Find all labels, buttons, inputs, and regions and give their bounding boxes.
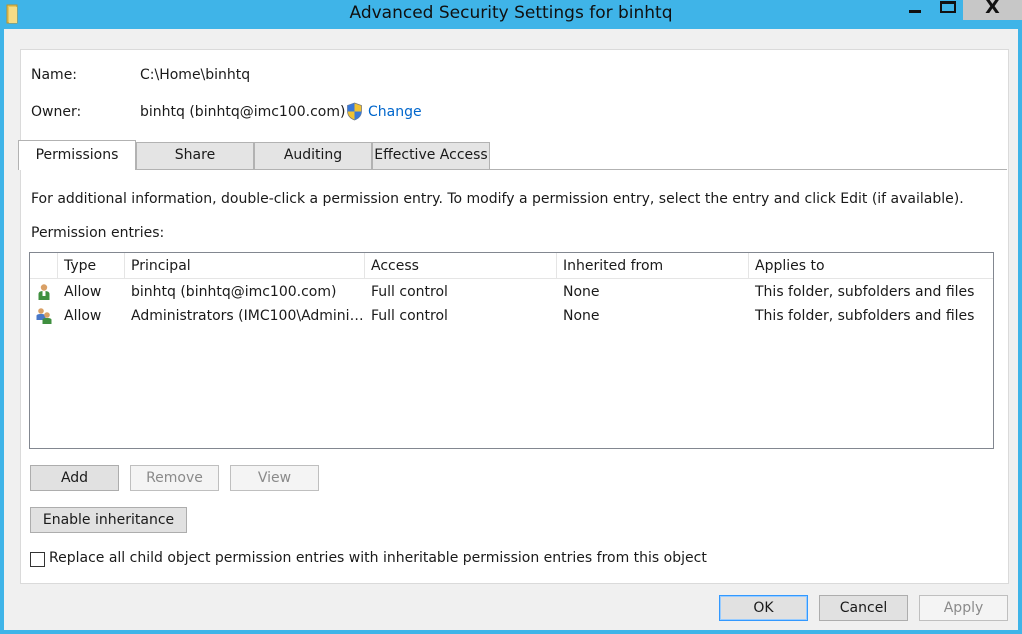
row-access: Full control [371, 308, 448, 324]
tab-auditing[interactable]: Auditing [254, 142, 372, 169]
tab-share[interactable]: Share [136, 142, 254, 169]
permission-entries-list[interactable]: Type Principal Access Inherited from App… [29, 252, 994, 449]
table-row[interactable]: Allow Administrators (IMC100\Adminis... … [30, 304, 993, 328]
column-type[interactable]: Type [58, 253, 125, 279]
permission-entries-label: Permission entries: [31, 225, 165, 241]
tab-effective-access[interactable]: Effective Access [372, 142, 490, 169]
permissions-info-text: For additional information, double-click… [31, 191, 964, 207]
tab-permissions[interactable]: Permissions [18, 140, 136, 170]
row-inherited-from: None [563, 308, 600, 324]
column-icon[interactable] [30, 253, 58, 279]
row-applies-to: This folder, subfolders and files [755, 284, 975, 300]
replace-child-permissions-label[interactable]: Replace all child object permission entr… [49, 550, 707, 566]
owner-label: Owner: [31, 104, 82, 120]
tab-divider [18, 169, 1007, 170]
change-owner-link[interactable]: Change [368, 104, 422, 120]
close-icon: X [985, 0, 1000, 18]
view-button[interactable]: View [230, 465, 319, 491]
row-inherited-from: None [563, 284, 600, 300]
enable-inheritance-button[interactable]: Enable inheritance [30, 507, 187, 533]
row-type: Allow [64, 308, 102, 324]
table-row[interactable]: Allow binhtq (binhtq@imc100.com) Full co… [30, 280, 993, 304]
name-label: Name: [31, 67, 78, 83]
row-applies-to: This folder, subfolders and files [755, 308, 975, 324]
user-icon [38, 284, 50, 300]
minimize-button[interactable] [897, 0, 933, 20]
apply-button[interactable]: Apply [919, 595, 1008, 621]
column-access[interactable]: Access [365, 253, 557, 279]
close-button[interactable]: X [963, 0, 1022, 20]
title-bar: Advanced Security Settings for binhtq X [0, 0, 1022, 29]
window-title: Advanced Security Settings for binhtq [349, 3, 673, 23]
maximize-icon [940, 1, 956, 13]
minimize-icon [909, 10, 921, 13]
remove-button[interactable]: Remove [130, 465, 219, 491]
owner-value: binhtq (binhtq@imc100.com) [140, 104, 346, 120]
row-access: Full control [371, 284, 448, 300]
column-inherited-from[interactable]: Inherited from [557, 253, 749, 279]
list-header: Type Principal Access Inherited from App… [30, 253, 993, 279]
cancel-button[interactable]: Cancel [819, 595, 908, 621]
column-applies-to[interactable]: Applies to [749, 253, 993, 279]
ok-button[interactable]: OK [719, 595, 808, 621]
row-principal: binhtq (binhtq@imc100.com) [131, 284, 337, 300]
row-principal: Administrators (IMC100\Adminis... [131, 308, 365, 324]
name-value: C:\Home\binhtq [140, 67, 251, 83]
group-icon [36, 308, 52, 324]
uac-shield-icon [347, 102, 362, 121]
column-principal[interactable]: Principal [125, 253, 365, 279]
replace-child-permissions-checkbox[interactable] [30, 552, 45, 567]
add-button[interactable]: Add [30, 465, 119, 491]
maximize-button[interactable] [933, 0, 963, 20]
row-type: Allow [64, 284, 102, 300]
